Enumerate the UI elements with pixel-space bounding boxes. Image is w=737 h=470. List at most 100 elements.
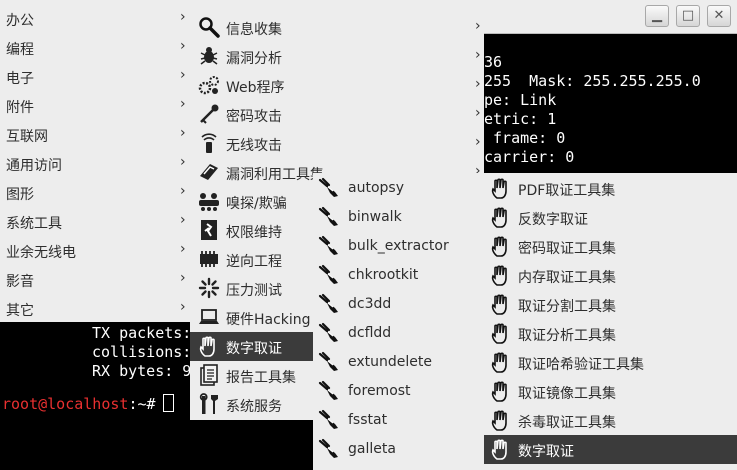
menu-item-forensics[interactable]: 取证分析工具集 bbox=[484, 319, 737, 348]
terminal-line: etric: 1 bbox=[484, 110, 557, 128]
menu-item-label: 反数字取证 bbox=[518, 212, 588, 228]
bug-icon bbox=[198, 45, 220, 67]
menu-item-kali[interactable]: Web程序 › bbox=[190, 71, 484, 100]
menu-item-label: 取证分割工具集 bbox=[518, 299, 616, 315]
menu-item-label: 内存取证工具集 bbox=[518, 270, 616, 286]
menu-item-label: 漏洞分析 bbox=[226, 51, 282, 67]
chevron-right-icon: › bbox=[475, 105, 481, 121]
menu-item-label: bulk_extractor bbox=[348, 238, 449, 254]
menu-item-category[interactable]: 系统工具 › bbox=[0, 207, 190, 236]
menu-item-category[interactable]: 影音 › bbox=[0, 265, 190, 294]
menu-item-forensics[interactable]: 密码取证工具集 bbox=[484, 232, 737, 261]
forensic-tool-icon bbox=[318, 409, 340, 431]
menu-item-tool[interactable]: chkrootkit bbox=[313, 261, 484, 290]
report-icon bbox=[198, 364, 220, 386]
menu-item-label: autopsy bbox=[348, 180, 404, 196]
menu-item-forensics[interactable]: 取证分割工具集 bbox=[484, 290, 737, 319]
menu-item-kali[interactable]: 漏洞分析 › bbox=[190, 42, 484, 71]
menu-item-label: fsstat bbox=[348, 412, 388, 428]
menu-item-label: 杀毒取证工具集 bbox=[518, 415, 616, 431]
menu-item-label: 电子 bbox=[6, 71, 34, 87]
menu-item-label: 取证分析工具集 bbox=[518, 328, 616, 344]
menu-item-category[interactable]: 办公 › bbox=[0, 4, 190, 33]
hand-icon bbox=[490, 293, 512, 315]
minimize-button[interactable]: ▁ bbox=[645, 5, 669, 27]
menu-item-label: binwalk bbox=[348, 209, 402, 225]
terminal-line: frame: 0 bbox=[484, 129, 566, 147]
menu-item-category[interactable]: 电子 › bbox=[0, 62, 190, 91]
sniff-icon bbox=[198, 190, 220, 212]
chevron-right-icon: › bbox=[180, 96, 186, 112]
maximize-button[interactable]: □ bbox=[676, 5, 700, 27]
menu-item-forensics[interactable]: 取证哈希验证工具集 bbox=[484, 348, 737, 377]
chevron-right-icon: › bbox=[180, 125, 186, 141]
menu-item-forensics[interactable]: 数字取证 bbox=[484, 435, 737, 464]
hand-icon bbox=[490, 351, 512, 373]
web-gears-icon bbox=[198, 74, 220, 96]
menu-item-tool[interactable]: galleta bbox=[313, 435, 484, 464]
menu-item-label: 取证镜像工具集 bbox=[518, 386, 616, 402]
menu-item-forensics[interactable]: 取证镜像工具集 bbox=[484, 377, 737, 406]
menu-item-forensics[interactable]: PDF取证工具集 bbox=[484, 174, 737, 203]
laptop-icon bbox=[198, 306, 220, 328]
menu-item-category[interactable]: 图形 › bbox=[0, 178, 190, 207]
menu-item-label: 无线攻击 bbox=[226, 138, 282, 154]
menu-item-forensics[interactable]: 反数字取证 bbox=[484, 203, 737, 232]
chevron-right-icon: › bbox=[180, 67, 186, 83]
menu-item-forensics[interactable]: 杀毒取证工具集 bbox=[484, 406, 737, 435]
menu-item-tool[interactable]: dcfldd bbox=[313, 319, 484, 348]
chevron-right-icon: › bbox=[180, 241, 186, 257]
shell-prompt: root@localhost:~# bbox=[2, 395, 156, 413]
menu-item-forensics[interactable]: 内存取证工具集 bbox=[484, 261, 737, 290]
menu-item-tool[interactable]: fsstat bbox=[313, 406, 484, 435]
hand-icon bbox=[490, 409, 512, 431]
menu-item-label: 数字取证 bbox=[226, 341, 282, 357]
menu-item-label: 附件 bbox=[6, 100, 34, 116]
menu-item-tool[interactable]: autopsy bbox=[313, 174, 484, 203]
terminal-line: 36 bbox=[484, 53, 503, 71]
forensic-tool-icon bbox=[318, 235, 340, 257]
chevron-right-icon: › bbox=[180, 299, 186, 315]
menu-item-label: 互联网 bbox=[6, 129, 48, 145]
terminal-window: ▁ □ ✕ 36 255 Mask: 255.255.255.0 pe: Lin… bbox=[484, 0, 737, 175]
menu-item-tool[interactable]: bulk_extractor bbox=[313, 232, 484, 261]
menu-item-label: 漏洞利用工具集 bbox=[226, 167, 324, 183]
forensic-tool-icon bbox=[318, 322, 340, 344]
menu-item-tool[interactable]: foremost bbox=[313, 377, 484, 406]
menu-item-label: 系统服务 bbox=[226, 399, 282, 415]
menu-item-tool[interactable]: dc3dd bbox=[313, 290, 484, 319]
menu-item-label: 嗅探/欺骗 bbox=[226, 196, 287, 212]
menu-item-label: extundelete bbox=[348, 354, 432, 370]
menu-item-category[interactable]: 编程 › bbox=[0, 33, 190, 62]
menu-item-label: 影音 bbox=[6, 274, 34, 290]
menu-item-category[interactable]: 附件 › bbox=[0, 91, 190, 120]
menu-item-label: 密码攻击 bbox=[226, 109, 282, 125]
hand-icon bbox=[490, 438, 512, 460]
menu-item-kali[interactable]: 信息收集 › bbox=[190, 13, 484, 42]
menu-item-category[interactable]: 互联网 › bbox=[0, 120, 190, 149]
menu-item-label: 取证哈希验证工具集 bbox=[518, 357, 644, 373]
hand-icon bbox=[490, 380, 512, 402]
menu-item-label: 逆向工程 bbox=[226, 254, 282, 270]
prompt-path: :~# bbox=[128, 395, 156, 413]
menu-item-category[interactable]: 业余无线电 › bbox=[0, 236, 190, 265]
menu-item-category[interactable]: 通用访问 › bbox=[0, 149, 190, 178]
menu-item-tool[interactable]: binwalk bbox=[313, 203, 484, 232]
menu-item-kali[interactable]: 无线攻击 › bbox=[190, 129, 484, 158]
hand-icon bbox=[490, 322, 512, 344]
chevron-right-icon: › bbox=[180, 212, 186, 228]
menu-item-label: dc3dd bbox=[348, 296, 392, 312]
menu-item-tool[interactable]: extundelete bbox=[313, 348, 484, 377]
close-button[interactable]: ✕ bbox=[707, 5, 731, 27]
terminal-cursor bbox=[163, 394, 174, 412]
hand-icon bbox=[490, 177, 512, 199]
menu-item-kali[interactable]: 密码攻击 › bbox=[190, 100, 484, 129]
menu-item-category[interactable]: 其它 › bbox=[0, 294, 190, 323]
tools-icon bbox=[198, 393, 220, 415]
terminal-titlebar: ▁ □ ✕ bbox=[484, 0, 737, 34]
menu-item-label: 权限维持 bbox=[226, 225, 282, 241]
forensic-tool-icon bbox=[318, 293, 340, 315]
exploit-icon bbox=[198, 161, 220, 183]
magnifier-icon bbox=[198, 16, 220, 38]
menu-item-label: galleta bbox=[348, 441, 396, 457]
